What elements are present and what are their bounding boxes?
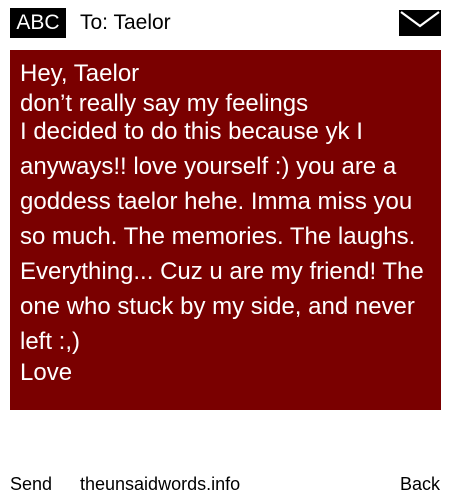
send-button[interactable]: Send [10, 472, 52, 496]
site-link[interactable]: theunsaidwords.info [80, 472, 240, 496]
letter-screen: ABC To: Taelor Hey, Taelor don’t really … [0, 0, 450, 500]
greeting-text: Hey, Taelor [20, 60, 140, 87]
message-body: I decided to do this because yk I anyway… [20, 118, 424, 355]
footer-bar: Send theunsaidwords.info Back [0, 472, 450, 496]
message-card: Hey, Taelor don’t really say my feelings… [10, 50, 441, 410]
back-button[interactable]: Back [400, 472, 440, 496]
recipient-line: To: Taelor [80, 11, 171, 34]
signoff-text: Love [20, 359, 73, 386]
envelope-icon[interactable] [399, 10, 441, 36]
abc-badge[interactable]: ABC [10, 8, 66, 38]
header-bar: ABC To: Taelor [0, 0, 450, 44]
